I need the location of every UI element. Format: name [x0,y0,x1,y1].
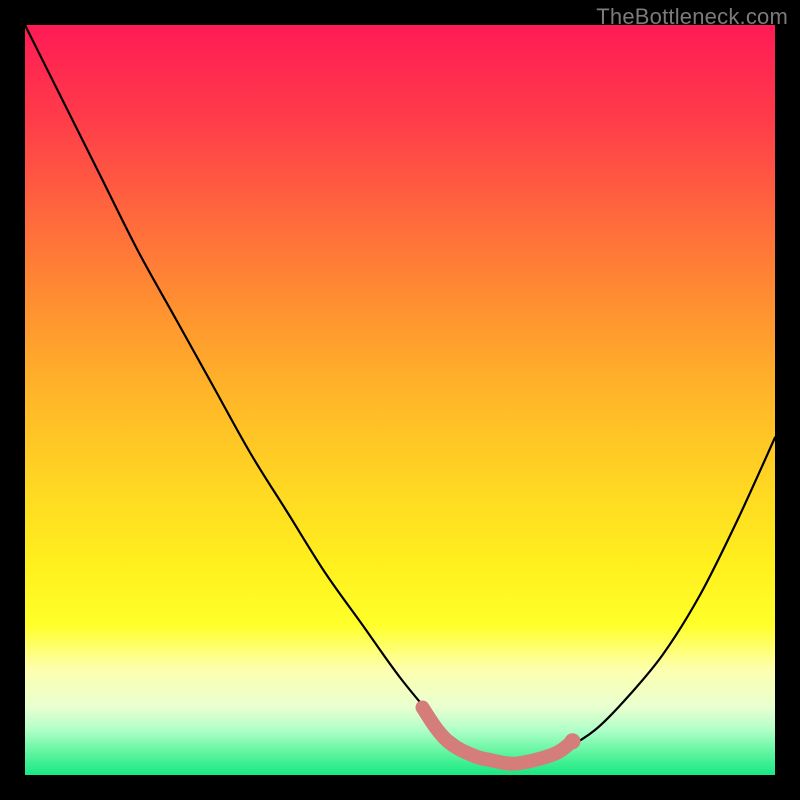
fit-end-dot [565,733,581,749]
chart-frame: TheBottleneck.com [0,0,800,800]
chart-svg [25,25,775,775]
fit-highlight [423,708,573,764]
chart-plot-area [25,25,775,775]
bottleneck-curve [25,25,775,764]
